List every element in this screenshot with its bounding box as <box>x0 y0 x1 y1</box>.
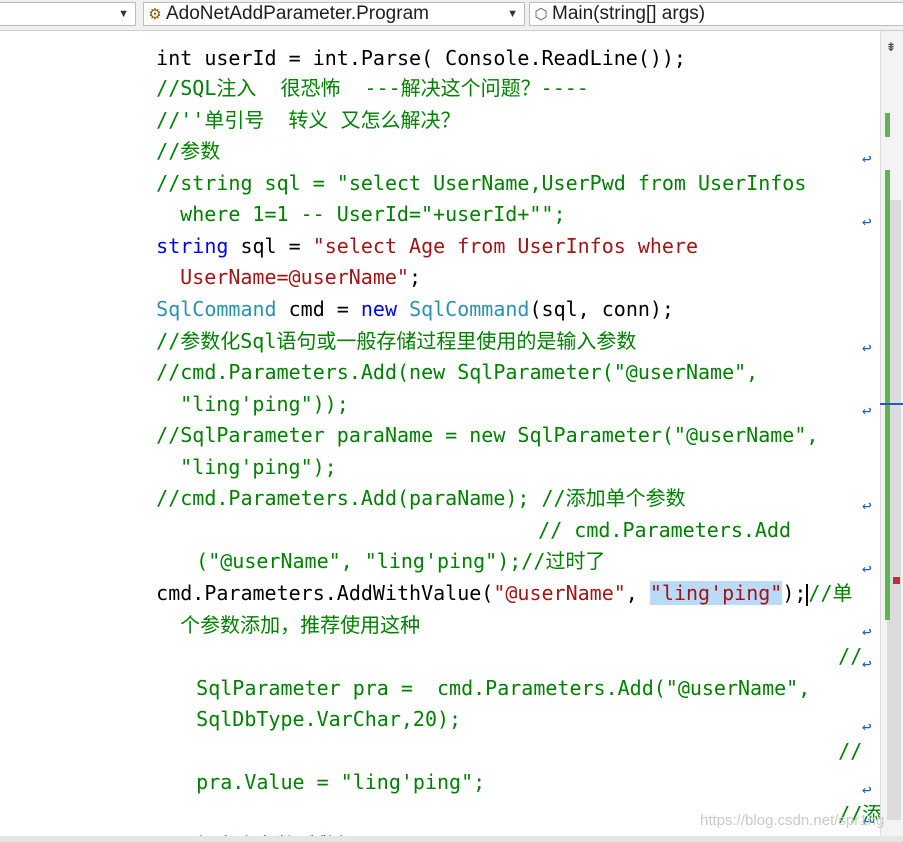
code-editor[interactable]: int userId = int.Parse( Console.ReadLine… <box>0 31 880 842</box>
code-line-wrapped: "ling'ping")); <box>180 392 349 416</box>
caret-position-marker <box>880 403 903 405</box>
word-wrap-icon: ↩ <box>862 622 872 641</box>
code-line: //cmd.Parameters.Add(new SqlParameter("@… <box>156 360 759 384</box>
project-combo[interactable]: ▼ <box>0 2 136 26</box>
split-handle-icon[interactable]: ⇟ <box>881 33 901 59</box>
word-wrap-icon: ↩ <box>862 149 872 168</box>
code-line: SqlCommand cmd = new SqlCommand(sql, con… <box>156 297 674 321</box>
chevron-down-icon: ▼ <box>507 8 518 20</box>
horizontal-scrollbar[interactable] <box>0 836 903 842</box>
code-line: //SQL注入 很恐怖 ---解决这个问题？---- <box>156 76 589 100</box>
code-line-wrapped: "ling'ping"); <box>180 455 337 479</box>
word-wrap-icon: ↩ <box>862 212 872 231</box>
code-line-wrapped: SqlParameter pra = cmd.Parameters.Add("@… <box>196 676 811 700</box>
word-wrap-icon: ↩ <box>862 496 872 515</box>
code-line-wrapped: SqlDbType.VarChar,20); <box>196 707 462 731</box>
code-line: int userId = int.Parse( Console.ReadLine… <box>156 46 686 70</box>
code-line-current: cmd.Parameters.AddWithValue("@userName",… <box>156 581 853 606</box>
navigation-bar: ▼ ⚙ AdoNetAddParameter.Program ▼ ⬡ Main(st… <box>0 0 903 31</box>
word-wrap-icon: ↩ <box>862 338 872 357</box>
code-line-wrapped: UserName=@userName"; <box>180 265 421 289</box>
code-line: //参数化Sql语句或一般存储过程里使用的是输入参数 <box>156 329 637 353</box>
code-line: // <box>838 739 863 763</box>
code-line-wrapped: where 1=1 -- UserId="+userId+""; <box>180 202 566 226</box>
code-line: //SqlParameter paraName = new SqlParamet… <box>156 423 819 447</box>
code-line: // cmd.Parameters.Add <box>538 518 792 542</box>
word-wrap-icon: ↩ <box>862 780 872 799</box>
code-line: //参数 <box>156 139 221 163</box>
code-line: //''单引号 转义 又怎么解决？ <box>156 108 461 132</box>
code-line: //cmd.Parameters.Add(paraName); //添加单个参数 <box>156 486 686 510</box>
word-wrap-icon: ↩ <box>862 654 872 673</box>
word-wrap-icon: ↩ <box>862 401 872 420</box>
member-combo[interactable]: ⬡ Main(string[] args) <box>529 2 903 26</box>
code-line-wrapped: 加多个参数时敷衍 <box>148 803 356 842</box>
error-marker <box>893 577 900 584</box>
class-icon: ⚙ <box>148 6 162 23</box>
chevron-down-icon: ▼ <box>118 8 129 20</box>
code-line: string sql = "select Age from UserInfos … <box>156 234 699 258</box>
text-selection: "ling'ping" <box>649 581 783 605</box>
method-icon: ⬡ <box>534 6 548 23</box>
change-marker <box>885 113 890 137</box>
word-wrap-icon: ↩ <box>862 559 872 578</box>
code-line: //string sql = "select UserName,UserPwd … <box>156 171 807 195</box>
code-line-wrapped: 个参数添加，推荐使用这种 <box>180 613 421 637</box>
code-line-wrapped: pra.Value = "ling'ping"; <box>196 770 486 794</box>
code-line-wrapped: ("@userName", "ling'ping");//过时了 <box>196 549 606 573</box>
code-line: // <box>838 644 863 668</box>
change-marker <box>885 170 890 620</box>
word-wrap-icon: ↩ <box>862 717 872 736</box>
watermark: https://blog.csdn.net/spr1ng <box>700 812 885 829</box>
type-combo[interactable]: ⚙ AdoNetAddParameter.Program ▼ <box>143 2 525 26</box>
